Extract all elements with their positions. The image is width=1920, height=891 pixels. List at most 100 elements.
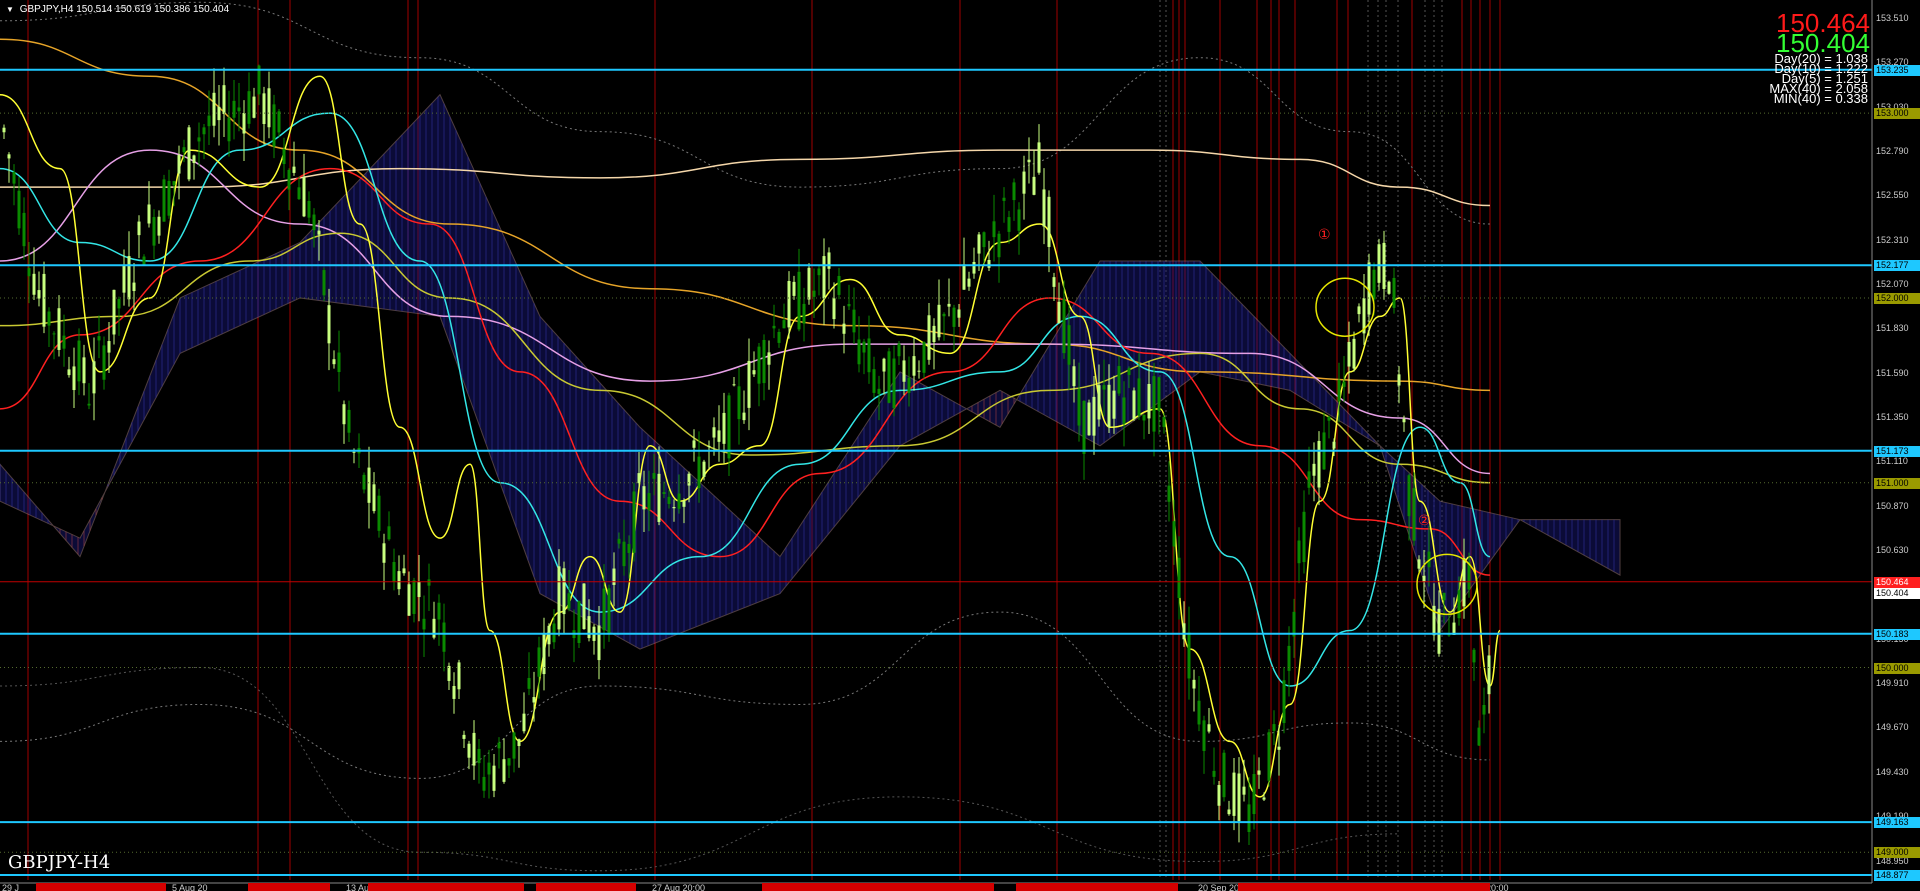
candle-body xyxy=(497,742,501,749)
price-tag-cyan: 153.235 xyxy=(1874,64,1920,76)
candle-body xyxy=(22,212,26,247)
candle-body xyxy=(1087,402,1091,436)
candle-body xyxy=(1417,559,1421,569)
candle-body xyxy=(1477,727,1481,746)
candle-body xyxy=(1137,378,1141,416)
candle-body xyxy=(32,273,36,295)
candle-body xyxy=(327,305,331,344)
candle-body xyxy=(822,256,826,299)
candle-body xyxy=(262,93,266,125)
price-axis-label: 151.590 xyxy=(1876,367,1909,378)
candle-body xyxy=(1052,277,1056,287)
candle-body xyxy=(97,336,101,341)
candle-body xyxy=(1387,281,1391,294)
candle-body xyxy=(972,261,976,274)
candle-body xyxy=(1142,414,1146,421)
candle-body xyxy=(1262,797,1266,800)
candle-body xyxy=(417,581,421,598)
price-tag-olive: 153.000 xyxy=(1874,108,1920,120)
bollinger-lower2 xyxy=(0,667,1401,872)
candle-body xyxy=(722,412,726,444)
price-tag-cyan: 152.177 xyxy=(1874,260,1920,272)
candle-body xyxy=(12,172,16,184)
candle-body xyxy=(897,343,901,357)
candle-body xyxy=(1127,368,1131,376)
candle-body xyxy=(832,298,836,320)
ma-beige xyxy=(0,149,1491,207)
candle-body xyxy=(1232,772,1236,816)
candle-body xyxy=(507,758,511,766)
time-highlight xyxy=(36,883,166,891)
candle-body xyxy=(997,233,1001,258)
candle-body xyxy=(1277,746,1281,750)
candle-body xyxy=(72,366,76,391)
candle-body xyxy=(1252,774,1256,815)
price-tag-olive: 150.000 xyxy=(1874,662,1920,674)
price-axis-label: 153.510 xyxy=(1876,12,1909,23)
candle-body xyxy=(312,214,316,231)
candle-body xyxy=(1307,471,1311,488)
price-chart[interactable]: ①② xyxy=(0,0,1920,891)
candle-body xyxy=(932,325,936,343)
candle-body xyxy=(442,622,446,652)
candle-body xyxy=(762,339,766,384)
candle-body xyxy=(92,361,96,394)
candle-body xyxy=(612,568,616,585)
candle-body xyxy=(222,85,226,114)
candle-body xyxy=(937,304,941,338)
candle-body xyxy=(157,216,161,236)
candle-body xyxy=(887,351,891,403)
candle-body xyxy=(707,445,711,448)
candle-body xyxy=(807,267,811,300)
candle-body xyxy=(1097,385,1101,420)
candle-body xyxy=(1222,752,1226,798)
candle-body xyxy=(852,309,856,333)
candle-body xyxy=(57,308,61,350)
chart-window[interactable]: ①② ▼ GBPJPY,H4 150.514 150.619 150.386 1… xyxy=(0,0,1920,891)
candle-body xyxy=(1012,182,1016,201)
candle-body xyxy=(372,484,376,512)
price-axis-label: 151.830 xyxy=(1876,323,1909,334)
candle-body xyxy=(1062,298,1066,354)
candle-body xyxy=(302,177,306,217)
candle-body xyxy=(1042,189,1046,227)
candle-body xyxy=(367,467,371,503)
candle-body xyxy=(1162,416,1166,427)
marker-label-2: ② xyxy=(1418,513,1431,529)
price-tag-cyan: 151.173 xyxy=(1874,445,1920,457)
candle-body xyxy=(177,155,181,174)
candle-body xyxy=(1397,374,1401,386)
candle-body xyxy=(1457,590,1461,619)
candle-body xyxy=(597,625,601,661)
time-axis-label: 29 J xyxy=(2,883,20,891)
candle-body xyxy=(687,473,691,486)
candle-body xyxy=(1122,397,1126,424)
candle-body xyxy=(662,492,666,494)
candle-body xyxy=(777,331,781,343)
candle-body xyxy=(1272,724,1276,731)
ichimoku-cloud xyxy=(0,93,1621,650)
candle-body xyxy=(962,264,966,290)
candle-body xyxy=(602,588,606,631)
dropdown-triangle-icon[interactable]: ▼ xyxy=(6,5,14,14)
candle-body xyxy=(942,313,946,317)
candle-body xyxy=(892,358,896,409)
candle-body xyxy=(1282,680,1286,724)
candle-body xyxy=(52,333,56,335)
candle-body xyxy=(482,776,486,791)
candle-body xyxy=(647,493,651,511)
candle-body xyxy=(1237,773,1241,822)
candle-body xyxy=(637,473,641,484)
candle-body xyxy=(1352,338,1356,369)
candle-body xyxy=(1247,804,1251,832)
candle-body xyxy=(657,473,661,522)
candle-body xyxy=(1487,655,1491,695)
candle-body xyxy=(977,234,981,254)
candle-body xyxy=(1402,418,1406,423)
candle-body xyxy=(37,290,41,299)
candle-body xyxy=(1022,171,1026,194)
candle-body xyxy=(447,665,451,681)
candle-body xyxy=(1132,390,1136,420)
candle-body xyxy=(802,303,806,324)
candle-body xyxy=(1267,732,1271,781)
